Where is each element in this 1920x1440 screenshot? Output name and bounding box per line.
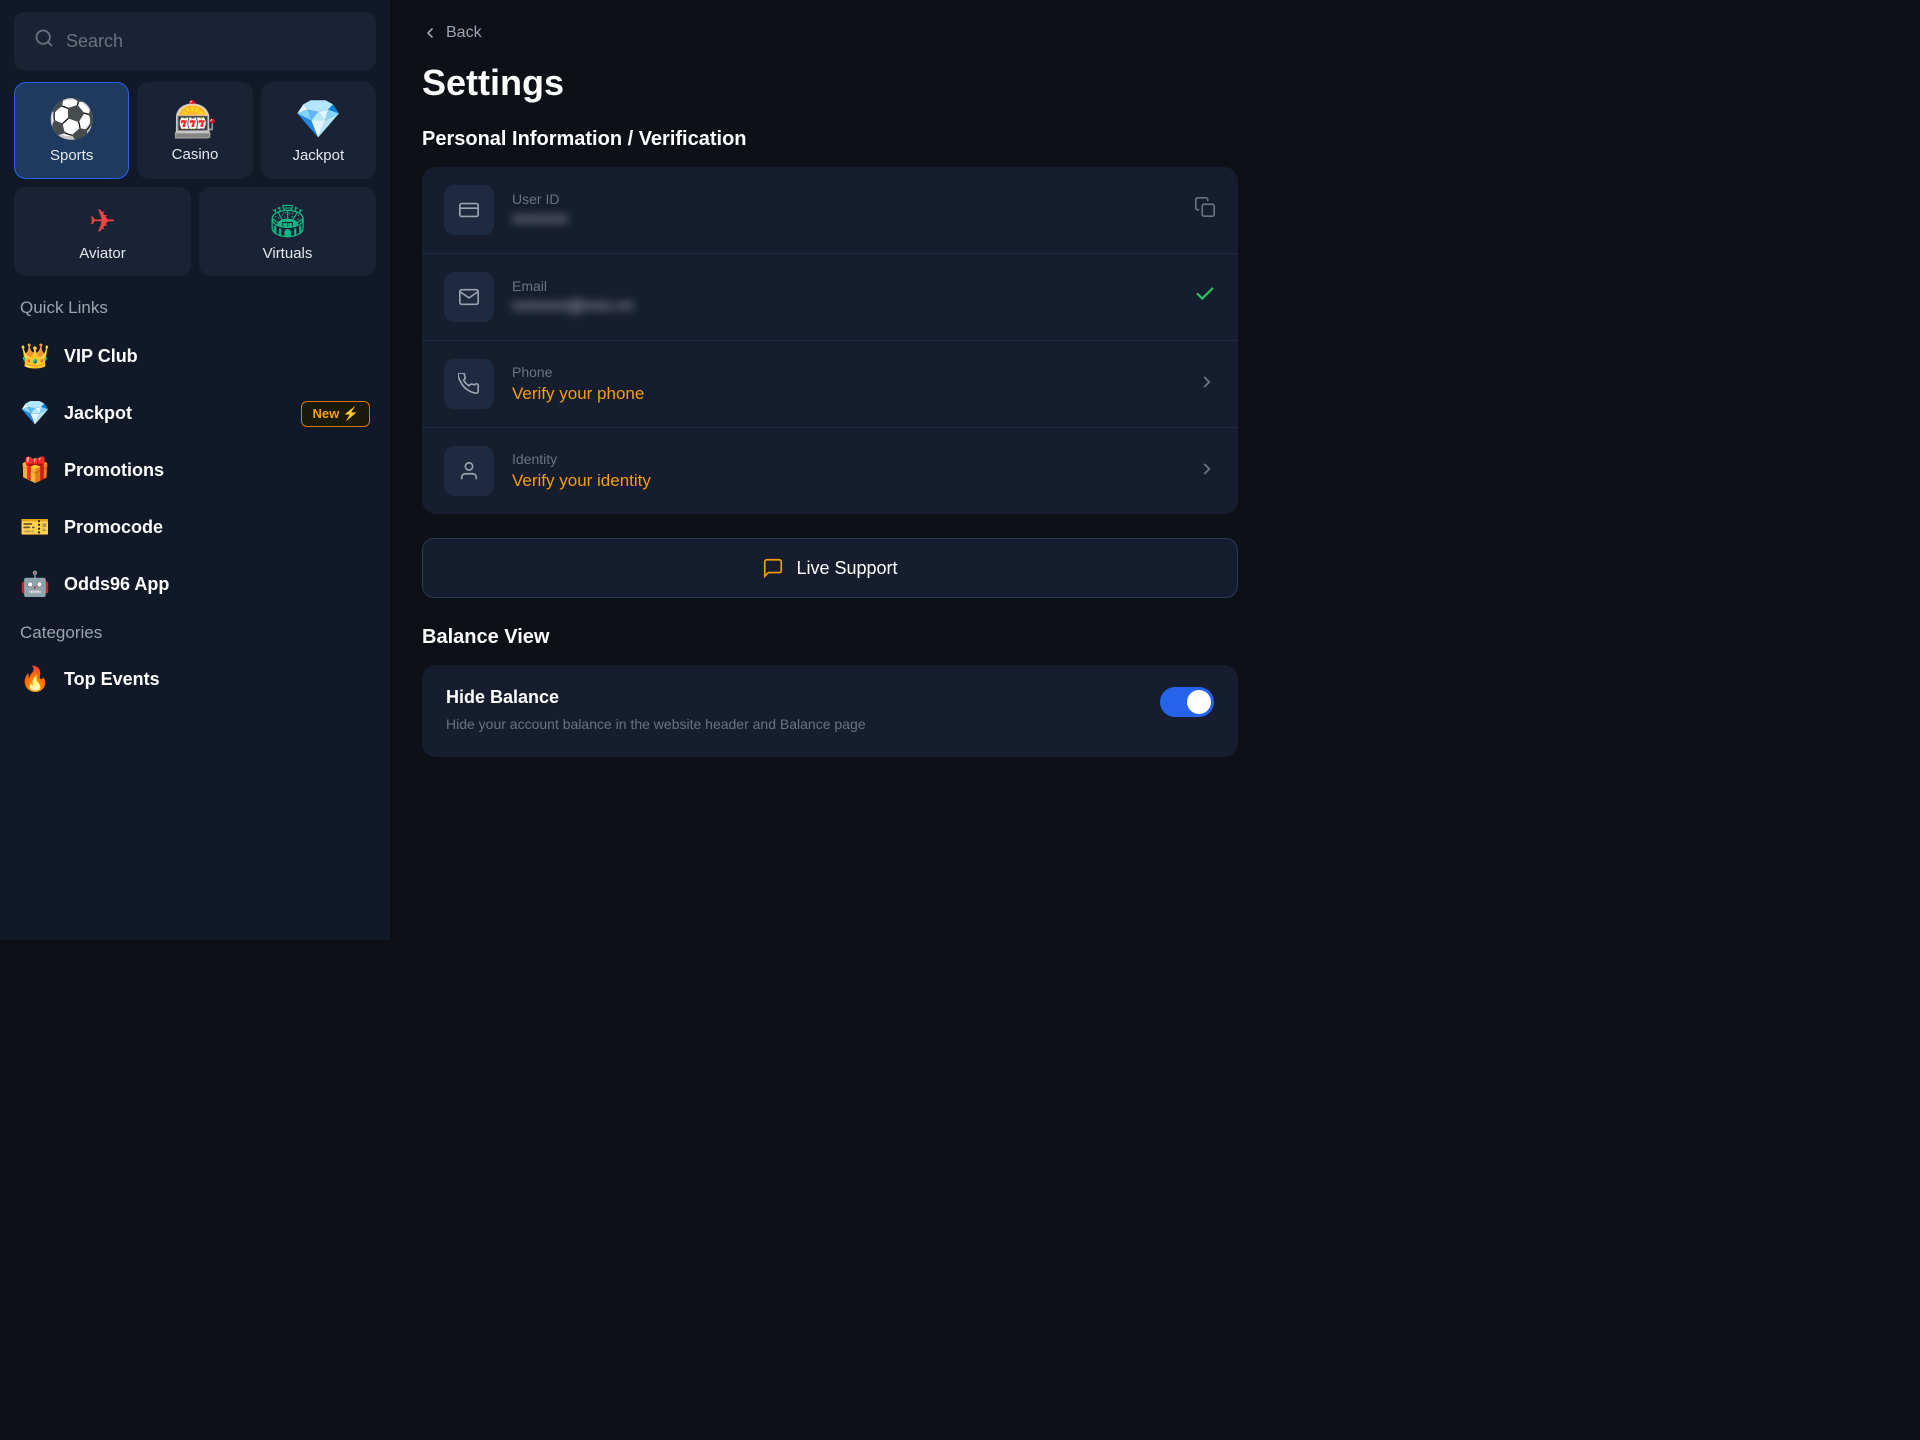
vip-club-icon: 👑 xyxy=(20,342,48,371)
back-button[interactable]: Back xyxy=(422,24,1238,42)
phone-chevron-icon xyxy=(1198,371,1216,397)
nav-item-sports[interactable]: ⚽ Sports xyxy=(14,82,129,179)
balance-view-section: Balance View Hide Balance Hide your acco… xyxy=(422,626,1238,757)
user-id-details: User ID •••••••••• xyxy=(512,191,1176,229)
phone-details: Phone Verify your phone xyxy=(512,364,1180,404)
nav-item-jackpot[interactable]: 💎 Jackpot xyxy=(261,82,376,179)
jackpot-ql-icon: 💎 xyxy=(20,399,48,428)
jackpot-icon: 💎 xyxy=(295,101,342,139)
phone-icon-wrap xyxy=(444,359,494,409)
sidebar-item-jackpot[interactable]: 💎 Jackpot New ⚡ xyxy=(0,385,390,442)
identity-label: Identity xyxy=(512,451,1180,467)
promotions-label: Promotions xyxy=(64,460,164,481)
phone-icon xyxy=(458,373,480,395)
hide-balance-description: Hide your account balance in the website… xyxy=(446,714,866,735)
sidebar-item-odds96-app[interactable]: 🤖 Odds96 App xyxy=(0,556,390,613)
nav-item-casino[interactable]: 🎰 Casino xyxy=(137,82,252,179)
nav-item-virtuals[interactable]: 🏟 Virtuals xyxy=(199,187,376,276)
phone-value: Verify your phone xyxy=(512,384,1180,404)
jackpot-badge: New ⚡ xyxy=(301,401,370,427)
user-id-icon-wrap xyxy=(444,185,494,235)
nav-label-casino: Casino xyxy=(172,146,219,163)
email-row: Email ••••••••••@•••••.••• xyxy=(422,254,1238,341)
balance-card: Hide Balance Hide your account balance i… xyxy=(422,665,1238,757)
chevron-right-icon xyxy=(1198,460,1216,478)
personal-info-title: Personal Information / Verification xyxy=(422,128,1238,151)
back-chevron-icon xyxy=(422,25,438,41)
email-value: ••••••••••@•••••.••• xyxy=(512,298,1176,316)
nav-label-jackpot: Jackpot xyxy=(292,147,344,164)
card-icon xyxy=(458,199,480,221)
casino-icon: 🎰 xyxy=(173,102,218,138)
copy-icon xyxy=(1194,196,1216,218)
search-icon xyxy=(34,28,54,54)
search-bar[interactable]: Search xyxy=(14,12,376,70)
back-label: Back xyxy=(446,24,482,42)
user-id-value: •••••••••• xyxy=(512,211,1176,229)
nav-label-virtuals: Virtuals xyxy=(263,245,313,262)
email-details: Email ••••••••••@•••••.••• xyxy=(512,278,1176,316)
phone-row[interactable]: Phone Verify your phone xyxy=(422,341,1238,428)
vip-club-label: VIP Club xyxy=(64,346,138,367)
sports-icon: ⚽ xyxy=(48,101,95,139)
top-events-label: Top Events xyxy=(64,669,160,690)
balance-view-title: Balance View xyxy=(422,626,1238,649)
main-content: Back Settings Personal Information / Ver… xyxy=(390,0,1270,940)
hide-balance-row: Hide Balance Hide your account balance i… xyxy=(446,687,1214,735)
user-id-row: User ID •••••••••• xyxy=(422,167,1238,254)
hide-balance-toggle-wrap[interactable] xyxy=(1160,687,1214,717)
sidebar-item-promotions[interactable]: 🎁 Promotions xyxy=(0,442,390,499)
chat-icon xyxy=(762,557,784,579)
phone-label: Phone xyxy=(512,364,1180,380)
nav-grid-row1: ⚽ Sports 🎰 Casino 💎 Jackpot xyxy=(0,82,390,187)
person-icon xyxy=(458,460,480,482)
email-icon-wrap xyxy=(444,272,494,322)
live-support-button[interactable]: Live Support xyxy=(422,538,1238,598)
page-title: Settings xyxy=(422,62,1238,104)
hide-balance-label: Hide Balance xyxy=(446,687,866,708)
email-verified-icon xyxy=(1194,283,1216,311)
hide-balance-toggle[interactable] xyxy=(1160,687,1214,717)
sidebar-item-top-events[interactable]: 🔥 Top Events xyxy=(0,651,390,708)
live-support-label: Live Support xyxy=(796,558,897,579)
top-events-icon: 🔥 xyxy=(20,665,48,694)
identity-row[interactable]: Identity Verify your identity xyxy=(422,428,1238,514)
odds96-label: Odds96 App xyxy=(64,574,169,595)
identity-icon-wrap xyxy=(444,446,494,496)
identity-chevron-icon xyxy=(1198,458,1216,484)
hide-balance-info: Hide Balance Hide your account balance i… xyxy=(446,687,866,735)
nav-label-sports: Sports xyxy=(50,147,93,164)
nav-label-aviator: Aviator xyxy=(79,245,125,262)
check-icon xyxy=(1194,283,1216,305)
nav-grid-row2: ✈ Aviator 🏟 Virtuals xyxy=(0,187,390,290)
aviator-icon: ✈ xyxy=(89,205,116,237)
promotions-icon: 🎁 xyxy=(20,456,48,485)
sidebar-item-promocode[interactable]: 🎫 Promocode xyxy=(0,499,390,556)
nav-item-aviator[interactable]: ✈ Aviator xyxy=(14,187,191,276)
copy-button[interactable] xyxy=(1194,196,1216,224)
sidebar: Search ⚽ Sports 🎰 Casino 💎 Jackpot ✈ Avi… xyxy=(0,0,390,940)
chevron-right-icon xyxy=(1198,373,1216,391)
categories-title: Categories xyxy=(0,613,390,651)
mail-icon xyxy=(458,286,480,308)
identity-details: Identity Verify your identity xyxy=(512,451,1180,491)
promocode-label: Promocode xyxy=(64,517,163,538)
personal-info-card: User ID •••••••••• Email ••••••••••@••••… xyxy=(422,167,1238,514)
quick-links-title: Quick Links xyxy=(0,290,390,328)
identity-value: Verify your identity xyxy=(512,471,1180,491)
email-label: Email xyxy=(512,278,1176,294)
promocode-icon: 🎫 xyxy=(20,513,48,542)
virtuals-icon: 🏟 xyxy=(267,205,308,237)
search-placeholder: Search xyxy=(66,31,123,52)
user-id-label: User ID xyxy=(512,191,1176,207)
jackpot-ql-label: Jackpot xyxy=(64,403,132,424)
sidebar-item-vip-club[interactable]: 👑 VIP Club xyxy=(0,328,390,385)
odds96-icon: 🤖 xyxy=(20,570,48,599)
